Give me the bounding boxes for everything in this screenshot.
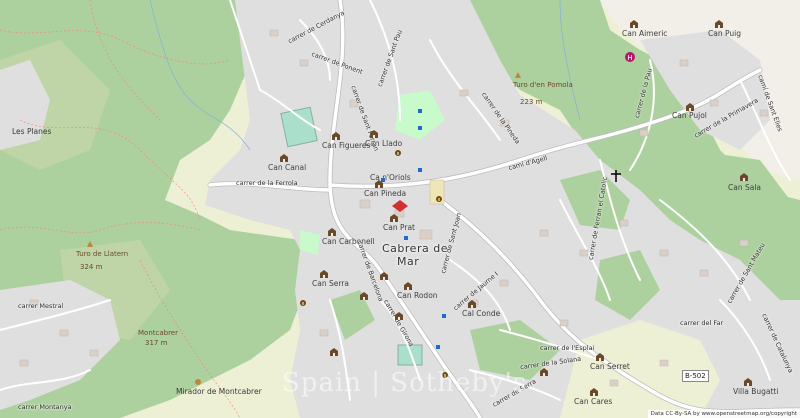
viewpoint-icon xyxy=(195,379,201,385)
poi-layer: H xyxy=(87,20,752,396)
peak-marker-icon xyxy=(87,72,521,247)
svg-text:H: H xyxy=(627,54,632,62)
church-cross-icon xyxy=(611,170,621,182)
map-canvas[interactable]: Cabrera de Mar Can Aimeric Can Puig Can … xyxy=(0,0,800,418)
attribution[interactable]: Data CC-By-SA by www.openstreetmap.org/c… xyxy=(647,410,800,418)
bus-stop-icons xyxy=(381,109,446,349)
hospital-icon: H xyxy=(625,52,635,62)
watermark: Spain | Sotheby's xyxy=(282,368,528,398)
info-icon xyxy=(300,150,448,378)
red-marker-icon xyxy=(392,200,408,212)
